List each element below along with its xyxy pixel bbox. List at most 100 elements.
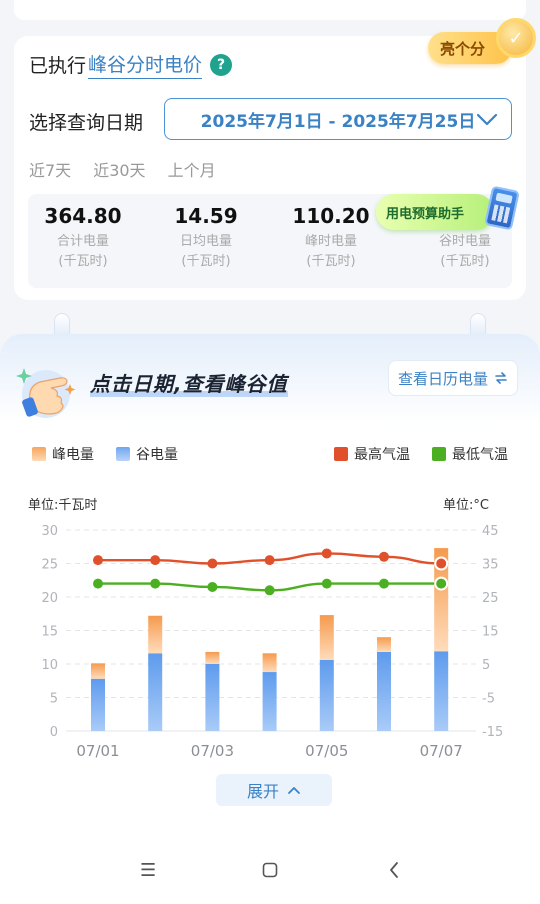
peak-swatch [32,447,46,461]
summary-card: 已执行 峰谷分时电价 ? 亮个分 ✓ 选择查询日期 2025年7月1日 - 20… [14,18,536,300]
valley-bar [319,659,334,731]
x-tick-label: 07/05 [305,742,348,760]
date-label: 选择查询日期 [29,112,144,134]
legend-valley[interactable]: 谷电量 [116,444,178,464]
min-temp-point [93,578,103,589]
legend-peak[interactable]: 峰电量 [32,444,94,464]
scheme-prefix: 已执行 [29,55,87,77]
expand-label: 展开 [246,782,279,801]
valley-bar [434,651,449,731]
right-tick-label: 45 [482,524,499,539]
scheme-link[interactable]: 峰谷分时电价 [88,50,203,79]
right-tick-label: -5 [482,692,495,707]
stat-total-unit: (千瓦时) [58,254,108,269]
valley-bar [205,664,220,731]
min-temp-point [264,585,275,596]
legend-peak-label: 峰电量 [52,447,94,463]
stat-peak-value: 110.20 [292,204,370,228]
right-axis-unit: 单位:°C [443,498,489,513]
min-temp-point [321,578,332,589]
max-temp-swatch [334,447,348,461]
chevron-up-icon [288,787,300,794]
peak-bar [377,637,391,652]
stat-daily-avg-label: 日均电量 [179,234,232,249]
valley-bar [377,651,391,731]
legend-min-temp[interactable]: 最低气温 [432,444,508,464]
right-tick-label: 35 [482,558,499,573]
stat-valley-unit: (千瓦时) [440,254,490,269]
legend-min-temp-label: 最低气温 [452,447,508,463]
home-icon[interactable] [262,862,278,878]
left-tick-label: 25 [41,558,58,573]
quick-option-30days[interactable]: 近30天 [93,157,145,181]
stat-peak-label: 峰时电量 [304,234,357,249]
left-tick-label: 20 [41,591,58,606]
max-temp-point [321,548,332,559]
chart-card: 点击日期,查看峰谷值 查看日历电量 峰电量 谷电量 最高气温 最低气温 单位:千… [0,334,540,904]
min-temp-point [434,576,449,591]
peak-bar [205,651,220,664]
expand-button[interactable]: 展开 [216,774,332,806]
legend-valley-label: 谷电量 [136,447,178,463]
budget-helper-label: 用电预算助手 [376,194,494,230]
rate-badge[interactable]: 亮个分 ✓ [428,18,540,74]
valley-bar [148,653,163,731]
min-temp-swatch [432,447,446,461]
peak-bar [262,653,277,673]
peak-bar [319,615,334,660]
help-icon[interactable]: ? [210,53,233,76]
stat-peak-unit: (千瓦时) [306,254,356,269]
date-range-select[interactable]: 2025年7月1日 - 2025年7月25日 [164,98,512,140]
back-icon[interactable] [388,861,400,879]
right-tick-label: 5 [482,658,490,673]
peak-bar [91,663,105,679]
min-temp-point [379,578,389,589]
left-tick-label: 30 [41,524,58,539]
swap-icon [495,372,507,384]
x-tick-label: 07/01 [76,742,119,760]
banner-title: 点击日期,查看峰谷值 [90,368,288,397]
date-range-value: 2025年7月1日 - 2025年7月25日 [200,111,476,132]
usage-chart[interactable]: 0 5 10 15 20 25 30 -15 -5 5 15 25 35 45 07/01 07/03 07/0… [0,514,540,764]
right-tick-label: 25 [482,591,499,606]
scheme-row: 已执行 峰谷分时电价 ? [29,50,233,79]
right-tick-label: -15 [482,725,503,740]
max-temp-point [93,555,103,566]
quick-option-7days[interactable]: 近7天 [29,157,71,181]
max-temp-point [207,558,218,569]
stat-peak: 110.20 峰时电量 (千瓦时) [276,204,386,272]
quick-range-options: 近7天 近30天 上个月 [29,157,216,181]
view-calendar-label: 查看日历电量 [397,369,488,388]
max-temp-point [150,555,161,566]
left-tick-label: 5 [50,692,58,707]
left-tick-label: 15 [41,625,58,640]
max-temp-point [379,551,389,562]
top-card-edge [14,0,526,20]
stat-total-label: 合计电量 [56,234,109,249]
stat-total: 364.80 合计电量 (千瓦时) [28,204,138,272]
peak-bar [148,615,163,654]
stat-daily-avg: 14.59 日均电量 (千瓦时) [151,204,261,272]
stats-panel: 364.80 合计电量 (千瓦时) 14.59 日均电量 (千瓦时) 110.2… [28,185,520,288]
menu-icon[interactable]: ☰ [140,860,156,881]
x-tick-label: 07/03 [191,742,234,760]
calculator-icon [484,185,520,231]
valley-bar [262,672,277,731]
legend-max-temp-label: 最高气温 [354,447,410,463]
budget-helper-badge[interactable]: 用电预算助手 [376,185,526,236]
min-temp-point [207,581,218,592]
stat-daily-avg-value: 14.59 [174,204,238,228]
min-temp-point [150,578,161,589]
quick-option-last-month[interactable]: 上个月 [168,157,216,181]
stat-total-value: 364.80 [44,204,122,228]
valley-swatch [116,447,130,461]
max-temp-point [264,555,275,566]
stat-daily-avg-unit: (千瓦时) [181,254,231,269]
view-calendar-button[interactable]: 查看日历电量 [388,360,518,396]
legend-max-temp[interactable]: 最高气温 [334,444,410,464]
system-nav-bar: ☰ [0,860,540,884]
pointing-hand-icon [16,368,76,418]
right-tick-label: 15 [482,625,499,640]
left-tick-label: 10 [41,658,58,673]
valley-bar [91,678,105,731]
